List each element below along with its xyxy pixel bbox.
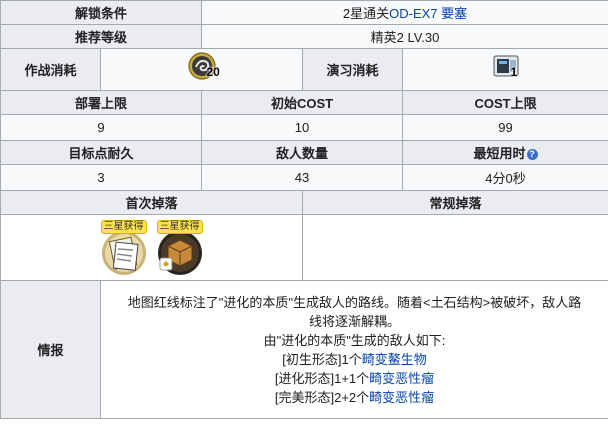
drop-item-2[interactable]: 三星获得 — [155, 220, 205, 278]
intel-form-1: [初生形态]1个畸变鳌生物 — [105, 350, 604, 369]
help-icon[interactable]: ? — [526, 149, 538, 160]
intel-form-1-prefix: [初生形态]1个 — [282, 351, 362, 367]
unlock-prefix: 2星通关 — [342, 6, 390, 21]
stage-info-table: 解锁条件 2星通关OD-EX7 要塞 推荐等级 精英2 LV.30 作战消耗 2… — [0, 0, 608, 419]
sanity-cost-label: 作战消耗 — [0, 48, 101, 91]
drop-badge-1: 三星获得 — [100, 220, 147, 234]
intel-line-1: 地图红线标注了"进化的本质"生成敌人的路线。随着<土石结构>被破坏，敌人路 — [127, 294, 582, 310]
stat-header-deploy-limit: 部署上限 — [0, 90, 203, 115]
intel-label: 情报 — [0, 280, 101, 419]
intel-form-2: [进化形态]1+1个畸变恶性瘤 — [105, 369, 604, 388]
stat-enemy-count: 43 — [201, 164, 404, 191]
stat-header-objective-hp: 目标点耐久 — [0, 140, 203, 165]
sanity-amount: 20 — [206, 65, 220, 79]
stat-header-shortest-time: 最短用时? — [402, 140, 608, 165]
intel-content: 地图红线标注了"进化的本质"生成敌人的路线。随着<土石结构>被破坏，敌人路 线将… — [99, 280, 608, 419]
intel-line-3: 由"进化的本质"生成的敌人如下: — [263, 332, 446, 348]
stat-deploy-limit: 9 — [0, 114, 203, 141]
first-drop-label: 首次掉落 — [0, 190, 304, 215]
drop-badge-2: 三星获得 — [156, 220, 203, 234]
practice-cost-cell: 1 — [402, 48, 608, 91]
recommend-label: 推荐等级 — [0, 24, 203, 49]
regular-drop-label: 常规掉落 — [302, 190, 608, 215]
drop-item-1[interactable]: 三星获得 — [99, 220, 149, 278]
crate-material-icon — [157, 231, 202, 275]
enemy-link-3[interactable]: 畸变恶性瘤 — [369, 390, 434, 405]
stat-header-cost-limit: COST上限 — [402, 90, 608, 115]
stat-header-enemy-count: 敌人数量 — [201, 140, 404, 165]
stat-header-initial-cost: 初始COST — [201, 90, 404, 115]
sanity-cost-cell: 20 — [99, 48, 304, 91]
intel-form-2-prefix: [进化形态]1+1个 — [274, 370, 370, 386]
stat-initial-cost: 10 — [201, 114, 404, 141]
intel-form-3-prefix: [完美形态]2+2个 — [274, 389, 370, 405]
recommend-value: 精英2 LV.30 — [201, 24, 608, 49]
regular-drop-cell — [302, 214, 608, 281]
enemy-link-1[interactable]: 畸变鳌生物 — [362, 352, 427, 367]
unlock-label: 解锁条件 — [0, 0, 203, 25]
shortest-time-label: 最短用时 — [473, 146, 526, 161]
document-material-icon — [101, 231, 146, 275]
unlock-stage-link[interactable]: OD-EX7 要塞 — [389, 6, 467, 21]
first-drop-cell: 三星获得 三星获得 — [0, 214, 304, 281]
stat-shortest-time: 4分0秒 — [402, 164, 608, 191]
intel-form-3: [完美形态]2+2个畸变恶性瘤 — [105, 388, 604, 407]
stat-objective-hp: 3 — [0, 164, 203, 191]
stat-cost-limit: 99 — [402, 114, 608, 141]
intel-line-2: 线将逐渐解耦。 — [309, 313, 401, 329]
enemy-link-2[interactable]: 畸变恶性瘤 — [369, 371, 434, 386]
practice-cost-label: 演习消耗 — [302, 48, 404, 91]
unlock-value: 2星通关OD-EX7 要塞 — [201, 0, 608, 25]
practice-amount: 1 — [510, 65, 518, 79]
